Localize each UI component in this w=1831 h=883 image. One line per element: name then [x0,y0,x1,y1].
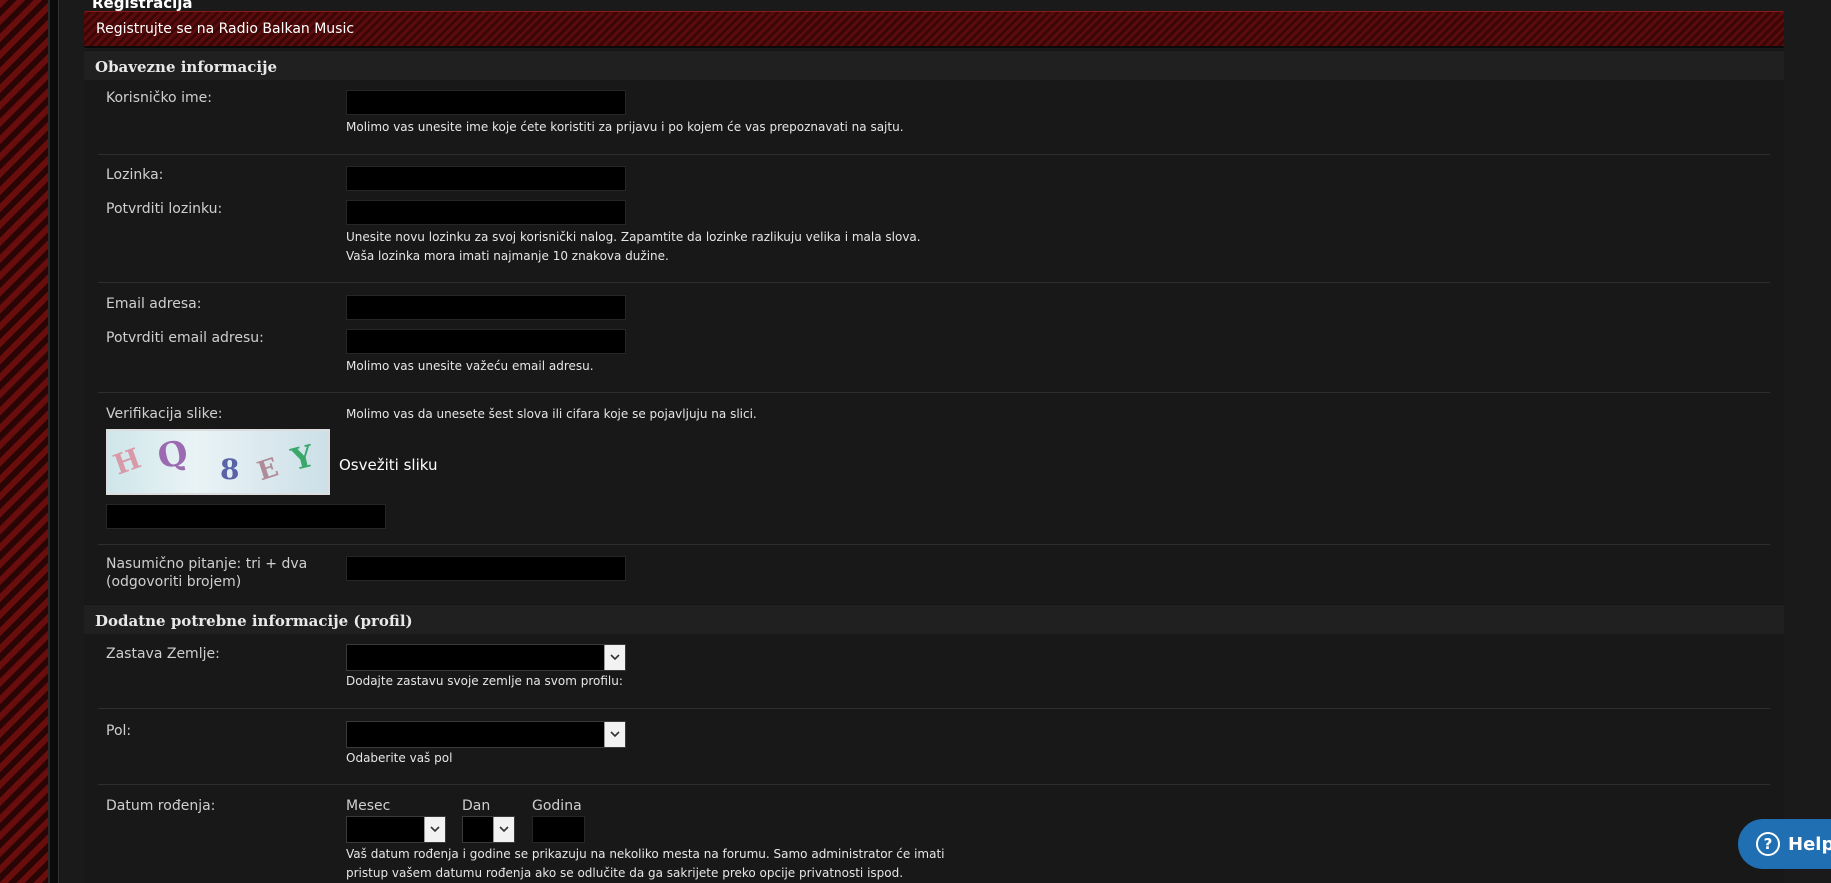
help-button[interactable]: ? Help [1738,819,1831,869]
birthday-hint: Vaš datum rođenja i godine se prikazuju … [346,847,945,861]
question-label-note: (odgovoriti brojem) [106,574,242,590]
year-input[interactable] [532,816,585,843]
confirm-email-input[interactable] [346,329,626,354]
day-label: Dan [462,798,491,814]
refresh-captcha-link[interactable]: Osvežiti sliku [339,456,437,474]
username-input[interactable] [346,90,626,115]
birthday-label: Datum rođenja: [106,798,216,814]
divider [98,154,1770,155]
section-title-profile: Dodatne potrebne informacije (profil) [95,612,413,630]
birthday-privacy-hint: pristup vašem datumu rođenja ako se odlu… [346,866,904,880]
confirm-password-label: Potvrditi lozinku: [106,201,223,217]
captcha-char: 8 [220,453,240,486]
required-panel: Korisničko ime: Molimo vas unesite ime k… [84,80,1784,606]
profile-panel: Zastava Zemlje: Dodajte zastavu svoje ze… [84,634,1784,883]
banner-text: Registrujte se na Radio Balkan Music [96,21,355,37]
registration-banner: Registrujte se na Radio Balkan Music [84,11,1784,48]
help-label: Help [1788,833,1831,855]
flag-label: Zastava Zemlje: [106,646,220,662]
gender-label: Pol: [106,723,132,739]
question-circle-icon: ? [1756,832,1780,856]
captcha-input[interactable] [106,504,386,529]
section-header-profile: Dodatne potrebne informacije (profil) [84,604,1784,635]
captcha-char: Q [154,432,192,478]
section-header-required: Obavezne informacije [84,50,1784,81]
month-select[interactable] [346,816,446,843]
password-label: Lozinka: [106,167,164,183]
email-input[interactable] [346,295,626,320]
username-label: Korisničko ime: [106,90,212,106]
divider [98,282,1770,283]
captcha-image: H Q 8 E Y [106,429,330,495]
chevron-down-icon [604,722,625,747]
month-label: Mesec [346,798,391,814]
captcha-char: Y [288,438,318,479]
email-hint: Molimo vas unesite važeću email adresu. [346,359,594,373]
password-length-hint: Vaša lozinka mora imati najmanje 10 znak… [346,249,669,263]
divider [98,708,1770,709]
captcha-label: Verifikacija slike: [106,406,223,422]
day-select[interactable] [462,816,515,843]
username-hint: Molimo vas unesite ime koje ćete koristi… [346,120,904,134]
captcha-char: H [109,441,146,482]
chevron-down-icon [493,817,514,842]
divider [98,392,1770,393]
gender-hint: Odaberite vaš pol [346,751,453,765]
year-label: Godina [532,798,582,814]
flag-select[interactable] [346,644,626,671]
question-label: Nasumično pitanje: tri + dva [106,556,308,572]
question-answer-input[interactable] [346,556,626,581]
confirm-password-input[interactable] [346,200,626,225]
divider [98,544,1770,545]
chevron-down-icon [604,645,625,670]
password-hint: Unesite novu lozinku za svoj korisnički … [346,230,921,244]
gender-select[interactable] [346,721,626,748]
divider [98,784,1770,785]
captcha-hint: Molimo vas da unesete šest slova ili cif… [346,407,757,421]
confirm-email-label: Potvrditi email adresu: [106,330,264,346]
captcha-char: E [253,452,282,488]
password-input[interactable] [346,166,626,191]
section-title-required: Obavezne informacije [95,58,278,76]
flag-hint: Dodajte zastavu svoje zemlje na svom pro… [346,674,623,688]
email-label: Email adresa: [106,296,202,312]
chevron-down-icon [424,817,445,842]
